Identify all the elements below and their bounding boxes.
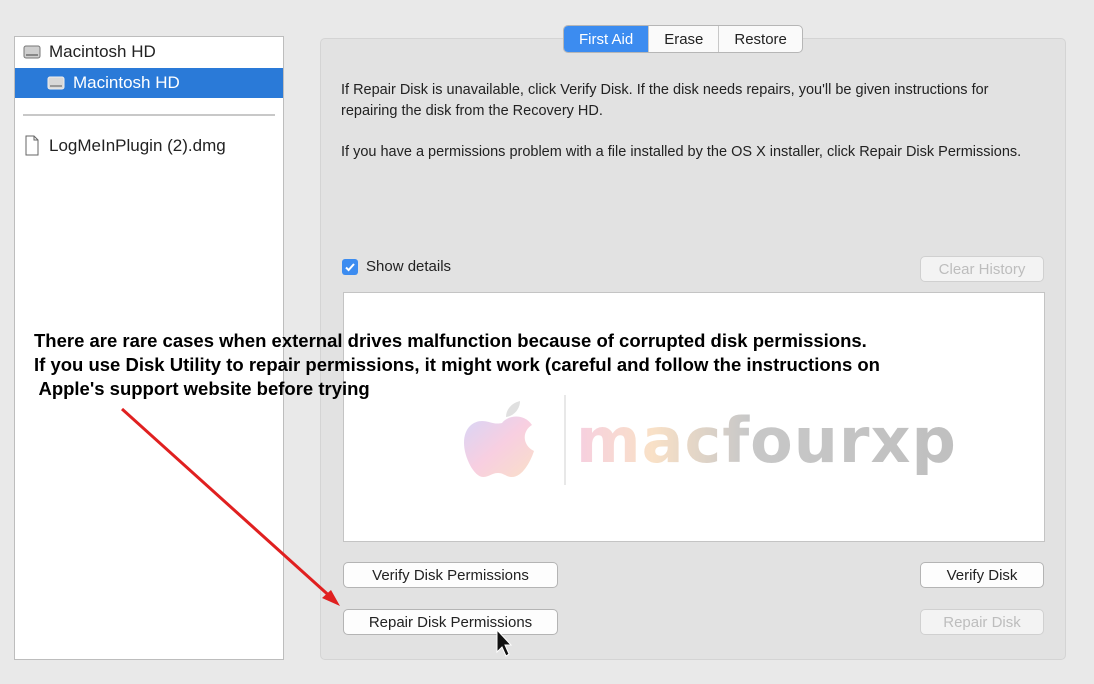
annotation-arrow	[120, 407, 513, 657]
mouse-cursor-icon	[496, 628, 513, 657]
arrow-line	[120, 407, 336, 602]
